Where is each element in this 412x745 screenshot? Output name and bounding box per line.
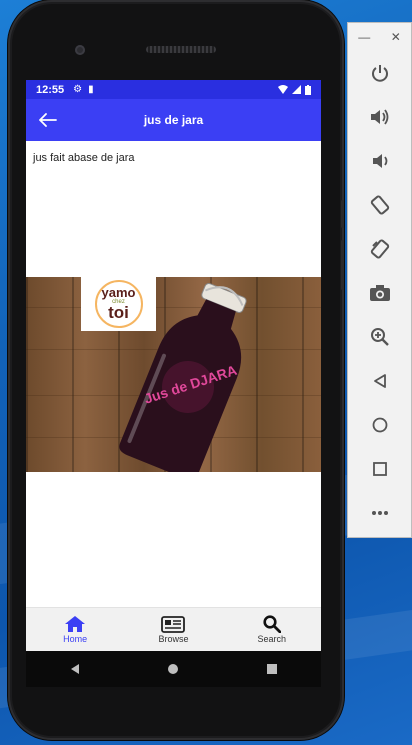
more-button[interactable] — [348, 491, 411, 535]
arrow-left-icon — [39, 113, 57, 127]
system-home-icon[interactable] — [167, 663, 179, 675]
system-overview-icon[interactable] — [266, 663, 278, 675]
home-icon — [65, 616, 86, 632]
close-icon[interactable]: ✕ — [391, 30, 401, 44]
wifi-icon — [278, 85, 288, 94]
app-screen: 12:55 ⚙ ▮ jus de jara jus fait abase de … — [26, 80, 321, 651]
rotate-left-button[interactable] — [348, 183, 411, 227]
emulator-back-button[interactable] — [348, 359, 411, 403]
screenshot-button[interactable] — [348, 271, 411, 315]
back-icon — [373, 374, 386, 388]
power-icon — [371, 65, 388, 82]
emulator-window-controls: — ✕ — [348, 23, 411, 51]
battery-icon — [305, 84, 311, 95]
earpiece-speaker — [146, 46, 216, 53]
nav-browse[interactable]: Browse — [124, 608, 222, 651]
product-image: yamo chez toi Jus de DJARA — [26, 277, 321, 480]
system-back-icon[interactable] — [69, 663, 81, 675]
nav-search-label: Search — [257, 634, 287, 644]
status-bar: 12:55 ⚙ ▮ — [26, 80, 321, 99]
nav-search[interactable]: Search — [223, 608, 321, 651]
bottom-navigation: Home Browse Search — [26, 607, 321, 651]
volume-up-icon — [370, 109, 388, 125]
product-description: jus fait abase de jara — [33, 152, 135, 164]
system-navigation-bar — [26, 651, 321, 687]
search-icon — [263, 615, 281, 633]
status-time: 12:55 — [36, 83, 65, 96]
more-icon — [371, 511, 388, 515]
rotate-left-icon — [370, 195, 389, 215]
volume-down-icon — [372, 154, 387, 168]
power-side-button — [341, 240, 344, 290]
volume-side-button — [341, 200, 344, 228]
nav-home[interactable]: Home — [26, 608, 124, 651]
emulator-toolbar: — ✕ — [347, 22, 412, 538]
newspaper-icon — [161, 615, 186, 633]
back-button[interactable] — [28, 99, 68, 141]
juice-bottle: Jus de DJARA — [118, 277, 258, 480]
volume-down-button[interactable] — [348, 139, 411, 183]
sd-card-icon: ▮ — [88, 84, 94, 95]
overview-icon — [372, 462, 387, 476]
zoom-icon — [370, 328, 389, 346]
signal-icon — [292, 85, 301, 94]
page-title: jus de jara — [143, 113, 204, 127]
nav-browse-label: Browse — [158, 633, 189, 644]
emulator-home-button[interactable] — [348, 403, 411, 447]
rotate-right-icon — [370, 239, 389, 259]
emulator-overview-button[interactable] — [348, 447, 411, 491]
camera-icon — [369, 285, 390, 301]
volume-up-button[interactable] — [348, 95, 411, 139]
zoom-button[interactable] — [348, 315, 411, 359]
front-camera — [75, 45, 85, 55]
minimize-icon[interactable]: — — [358, 30, 370, 44]
settings-gear-icon: ⚙ — [73, 84, 83, 95]
power-button[interactable] — [348, 51, 411, 95]
app-bar: jus de jara — [26, 99, 321, 141]
rotate-right-button[interactable] — [348, 227, 411, 271]
nav-home-label: Home — [63, 634, 88, 644]
home-circle-icon — [372, 417, 387, 433]
